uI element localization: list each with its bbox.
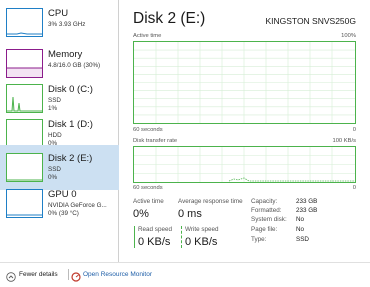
sidebar-item-title: Disk 0 (C:) [48, 84, 93, 95]
disk-1-thumbnail-graph [6, 119, 43, 148]
transfer-rate-gridlines [134, 147, 355, 182]
write-speed-value: 0 KB/s [185, 236, 218, 248]
chevron-up-icon[interactable] [6, 269, 16, 282]
read-speed-indicator [134, 226, 135, 248]
gpu-thumbnail-graph [6, 189, 43, 218]
active-time-stat-value: 0% [133, 208, 149, 220]
system-disk-value: No [296, 216, 305, 223]
active-time-graph-timespan: 60 seconds [133, 127, 163, 133]
write-speed-indicator [181, 226, 182, 248]
transfer-rate-graph-timespan: 60 seconds [133, 185, 163, 191]
capacity-label: Capacity: [251, 198, 278, 205]
resource-monitor-icon[interactable] [71, 269, 81, 282]
page-title: Disk 2 (E:) [133, 10, 206, 27]
active-time-graph-label: Active time [133, 33, 162, 39]
transfer-rate-graph-max: 100 KB/s [332, 138, 356, 144]
sidebar-item-title: Disk 2 (E:) [48, 153, 93, 164]
open-resource-monitor-link[interactable]: Open Resource Monitor [83, 271, 152, 279]
system-disk-label: System disk: [251, 216, 287, 223]
sidebar-item-cpu[interactable]: CPU 3% 3.93 GHz [0, 0, 119, 45]
disk-2-thumbnail-graph [6, 153, 43, 182]
transfer-rate-graph-min: 0 [352, 185, 356, 191]
sidebar-item-type: SSD [48, 97, 61, 104]
memory-thumbnail-graph [6, 49, 43, 78]
fewer-details-link[interactable]: Fewer details [19, 271, 58, 279]
active-time-gridlines [134, 42, 355, 123]
transfer-rate-graph-label: Disk transfer rate [133, 138, 178, 144]
read-speed-value: 0 KB/s [138, 236, 171, 248]
sidebar-item-usage: 0% (39 °C) [48, 210, 79, 217]
disk-model: KINGSTON SNVS250G [265, 16, 356, 26]
sidebar-item-detail: 3% 3.93 GHz [48, 21, 86, 28]
sidebar-item-title: CPU [48, 8, 69, 19]
sidebar-item-detail: NVIDIA GeForce G... [48, 202, 107, 209]
sidebar-item-gpu-0[interactable]: GPU 0 NVIDIA GeForce G... 0% (39 °C) [0, 181, 119, 226]
sidebar-item-title: GPU 0 [48, 189, 77, 200]
transfer-rate-graph [133, 146, 356, 183]
footer-divider [68, 269, 69, 280]
footer-bar: Fewer details Open Resource Monitor [0, 262, 370, 286]
page-file-value: No [296, 226, 305, 233]
sidebar-item-type: SSD [48, 166, 61, 173]
active-time-graph-max: 100% [341, 33, 356, 39]
active-time-graph-min: 0 [352, 127, 356, 133]
response-time-stat-value: 0 ms [178, 208, 202, 220]
formatted-value: 233 GB [296, 207, 318, 214]
read-speed-label: Read speed [138, 226, 172, 233]
sidebar-item-detail: 4.8/16.0 GB (30%) [48, 62, 101, 69]
disk-0-thumbnail-graph [6, 84, 43, 113]
sidebar-item-title: Memory [48, 49, 83, 60]
capacity-value: 233 GB [296, 198, 318, 205]
sidebar: CPU 3% 3.93 GHz Memory 4.8/16.0 GB (30%)… [0, 0, 119, 262]
cpu-thumbnail-graph [6, 8, 43, 37]
sidebar-item-title: Disk 1 (D:) [48, 119, 93, 130]
type-label: Type: [251, 236, 267, 243]
write-speed-label: Write speed [185, 226, 219, 233]
formatted-label: Formatted: [251, 207, 282, 214]
response-time-stat-label: Average response time [178, 198, 243, 205]
active-time-stat-label: Active time [133, 198, 164, 205]
active-time-graph [133, 41, 356, 124]
sidebar-item-type: HDD [48, 132, 62, 139]
type-value: SSD [296, 236, 309, 243]
page-file-label: Page file: [251, 226, 278, 233]
